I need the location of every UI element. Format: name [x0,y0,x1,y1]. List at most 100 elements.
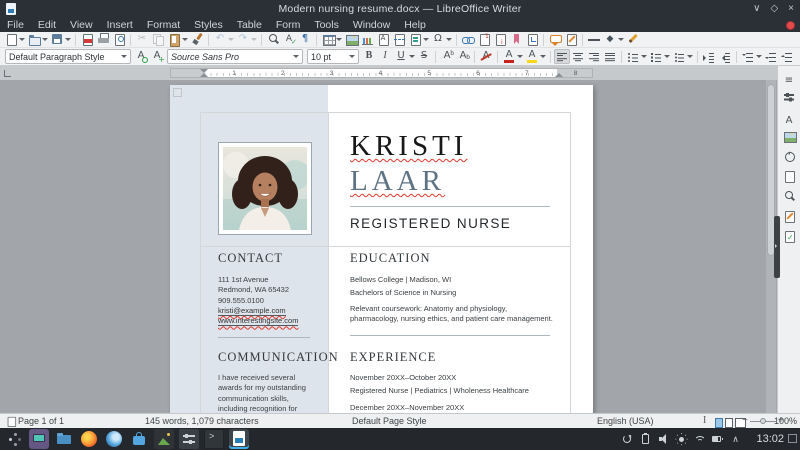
spelling-button[interactable]: A [281,32,297,48]
sidebar-settings-tab[interactable]: ≡ [782,70,796,86]
chevron-down-icon[interactable] [336,38,342,41]
align-justified-button[interactable] [602,49,618,64]
underline-button[interactable]: U [393,49,416,64]
strikethrough-button[interactable]: S [416,49,432,64]
set-line-spacing-button[interactable] [740,49,763,64]
paste-button[interactable] [166,32,189,47]
increase-indent-button[interactable] [701,49,717,64]
export-as-pdf-button[interactable] [79,32,95,47]
menu-edit[interactable]: Edit [31,18,63,32]
menu-format[interactable]: Format [140,18,187,32]
expand-tray-icon[interactable]: ∧ [728,432,743,447]
print-button[interactable] [95,32,111,47]
chevron-down-icon[interactable] [687,55,693,58]
wifi-icon[interactable] [692,432,707,447]
insert-footnote-button[interactable] [476,31,492,47]
app-launcher-icon[interactable] [4,429,24,449]
track-changes-button[interactable] [563,32,579,47]
insert-page-break-button[interactable] [391,32,407,47]
insert-mode-icon[interactable]: I [703,414,706,428]
chevron-down-icon[interactable] [756,55,762,58]
outline-format-button[interactable] [671,49,694,64]
accessibility-check-tab[interactable] [782,230,796,244]
align-right-button[interactable] [586,49,602,64]
superscript-button[interactable]: A [439,49,455,64]
text-language[interactable]: English (USA) [597,414,654,428]
insert-chart-button[interactable] [359,32,375,47]
properties-tab[interactable] [782,90,796,104]
chevron-down-icon[interactable] [182,38,188,41]
word-count[interactable]: 145 words, 1,079 characters [145,414,259,428]
zoom-level[interactable]: 100% [774,414,797,428]
new-style-from-selection-button[interactable]: A [149,49,165,66]
menu-tools[interactable]: Tools [307,18,346,32]
chevron-down-icon[interactable] [251,38,257,41]
zoom-out-button[interactable]: − [742,414,748,428]
save-button[interactable] [49,32,72,47]
paragraph-style-combo[interactable]: Default Paragraph Style [5,49,131,64]
taskbar-clock[interactable]: 13:02 [756,428,784,450]
multi-page-view-button[interactable] [725,417,733,428]
decrease-indent-button[interactable] [717,49,733,64]
menu-table[interactable]: Table [230,18,269,32]
volume-icon[interactable] [656,432,671,447]
insert-bookmark-button[interactable] [508,32,524,47]
font-size-combo[interactable]: 10 pt [307,49,359,64]
font-color-button[interactable]: A [501,49,524,64]
left-indent-marker[interactable] [200,73,208,77]
unordered-list-button[interactable] [625,49,648,64]
battery-icon[interactable] [710,432,725,447]
chevron-down-icon[interactable] [349,55,355,58]
bold-button[interactable]: B [361,49,377,64]
updates-icon[interactable] [620,432,635,447]
firefox-icon[interactable] [79,429,99,449]
find-and-replace-button[interactable] [265,32,281,47]
terminal-icon[interactable] [204,429,224,449]
chevron-down-icon[interactable] [641,55,647,58]
chevron-down-icon[interactable] [293,55,299,58]
settings-toggles-icon[interactable] [179,429,199,449]
insert-hyperlink-button[interactable] [460,32,476,47]
copy-button[interactable] [150,32,166,47]
align-center-button[interactable] [570,49,586,64]
single-page-view-button[interactable] [715,417,723,428]
insert-text-box-button[interactable] [375,32,391,47]
menu-styles[interactable]: Styles [187,18,230,32]
increase-paragraph-spacing-button[interactable] [763,49,779,64]
horizontal-ruler[interactable]: 1 2 3 4 5 6 7 8 [170,68,593,78]
manage-changes-tab[interactable] [782,210,796,224]
show-draw-functions-button[interactable] [625,32,641,47]
document-area[interactable]: KRISTI LAAR REGISTERED NURSE CONTACT 111… [0,80,778,413]
gallery-tab[interactable] [782,130,797,144]
new-document-button[interactable] [3,32,26,47]
menu-file[interactable]: File [0,18,31,32]
chevron-down-icon[interactable] [446,38,452,41]
chevron-down-icon[interactable] [664,55,670,58]
insert-endnote-button[interactable] [492,32,508,49]
redo-button[interactable]: ↷ [235,32,258,47]
menu-window[interactable]: Window [346,18,397,32]
chevron-down-icon[interactable] [618,38,624,41]
brightness-icon[interactable] [674,432,689,447]
chevron-down-icon[interactable] [19,38,25,41]
chevron-down-icon[interactable] [42,38,48,41]
highlighting-color-button[interactable]: A [524,49,547,64]
display-settings-icon[interactable] [29,429,49,449]
page-tab[interactable] [782,170,796,184]
toggle-print-preview-button[interactable] [111,32,127,47]
insert-table-button[interactable] [320,32,343,47]
menu-view[interactable]: View [63,18,100,32]
undo-button[interactable]: ↶ [212,32,235,47]
ordered-list-button[interactable] [648,49,671,64]
page-style[interactable]: Default Page Style [352,414,427,428]
update-selected-style-button[interactable]: A [133,49,149,64]
styles-tab[interactable]: A [782,110,796,126]
email-link[interactable]: kristi@example.com [218,306,286,316]
font-name-combo[interactable]: Source Sans Pro [167,49,303,64]
insert-horizontal-line-button[interactable] [586,32,602,47]
open-button[interactable] [26,32,49,47]
chevron-down-icon[interactable] [423,38,429,41]
menu-form[interactable]: Form [269,18,308,32]
libreoffice-writer-icon[interactable] [229,429,249,449]
sidebar-hide-handle[interactable] [774,216,780,278]
